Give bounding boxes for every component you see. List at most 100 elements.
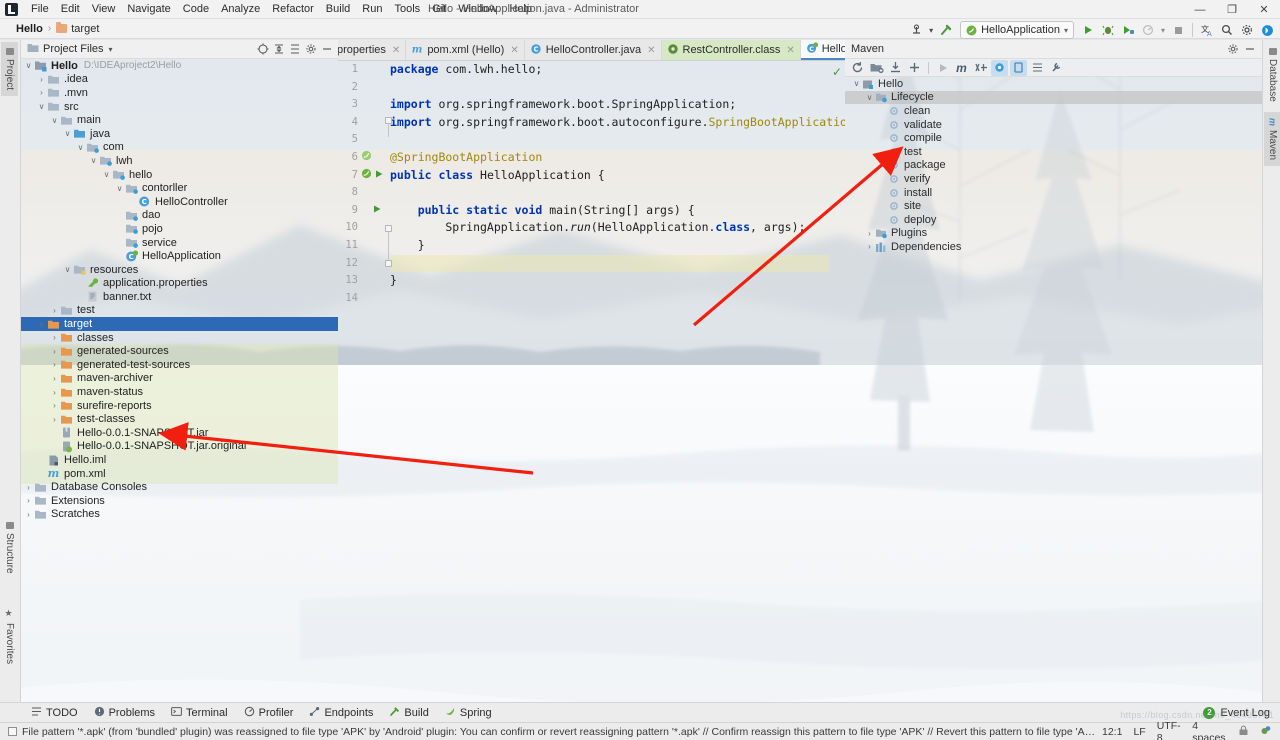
tree-node-helloapplication[interactable]: C HelloApplication xyxy=(21,249,338,263)
menu-item-run[interactable]: Run xyxy=(356,0,388,19)
minimize-button[interactable]: — xyxy=(1184,0,1216,19)
ide-assistant-icon[interactable] xyxy=(1258,21,1276,39)
bottom-tool-window-strip[interactable]: TODO Problems Terminal Profiler Endpoints Bui… xyxy=(0,702,1280,722)
maven-settings-icon[interactable] xyxy=(1048,60,1065,76)
caret-position[interactable]: 12:1 xyxy=(1102,726,1122,738)
maven-node-package[interactable]: package xyxy=(845,159,1262,173)
chevron-down-icon[interactable]: ∨ xyxy=(49,116,60,125)
read-only-toggle-icon[interactable] xyxy=(1238,725,1249,739)
expand-all-icon[interactable] xyxy=(271,42,286,57)
gutter-icons[interactable] xyxy=(358,202,390,220)
chevron-down-icon[interactable]: ∨ xyxy=(62,129,73,138)
search-everywhere-icon[interactable] xyxy=(1218,21,1236,39)
fold-marker-method-end[interactable] xyxy=(385,260,392,267)
plus-icon[interactable] xyxy=(906,60,923,76)
tree-node-com[interactable]: ∨ com xyxy=(21,141,338,155)
tree-node-extensions[interactable]: › Extensions xyxy=(21,494,338,508)
maven-node-verify[interactable]: verify xyxy=(845,172,1262,186)
show-dependencies-icon[interactable] xyxy=(1010,59,1027,76)
chevron-down-icon[interactable]: ∨ xyxy=(36,320,47,329)
hide-panel-icon[interactable] xyxy=(319,42,334,57)
bottom-tab-build[interactable]: Build xyxy=(382,703,435,723)
editor-tab-bar[interactable]: properties ✕ m pom.xml (Hello) ✕ C HelloContro… xyxy=(338,40,845,61)
tree-node-hello[interactable]: ∨ Hello D:\IDEAproject2\Hello xyxy=(21,59,338,73)
gutter-line-2[interactable]: 2 xyxy=(338,79,390,97)
chevron-down-icon[interactable]: ∨ xyxy=(23,61,34,70)
editor-tab-properties[interactable]: properties ✕ xyxy=(338,40,407,60)
chevron-right-icon[interactable]: › xyxy=(23,496,34,505)
maven-node-compile[interactable]: compile xyxy=(845,131,1262,145)
tree-node-contorller[interactable]: ∨ contorller xyxy=(21,181,338,195)
maven-node-lifecycle[interactable]: ∨ Lifecycle xyxy=(845,90,1262,105)
tree-node-surefire-reports[interactable]: › surefire-reports xyxy=(21,399,338,413)
chevron-right-icon[interactable]: › xyxy=(49,347,60,356)
right-tool-window-strip[interactable]: Database m Maven xyxy=(1262,40,1280,702)
chevron-right-icon[interactable]: › xyxy=(864,229,875,238)
run-with-coverage-icon[interactable] xyxy=(1119,21,1137,39)
chevron-right-icon[interactable]: › xyxy=(36,88,47,97)
collapse-all-icon[interactable] xyxy=(287,42,302,57)
menu-item-refactor[interactable]: Refactor xyxy=(266,0,320,19)
window-controls[interactable]: — ❐ ✕ xyxy=(1184,0,1280,19)
gutter-line-9[interactable]: 9 xyxy=(338,202,390,220)
maven-node-hello[interactable]: ∨ Hello xyxy=(845,77,1262,91)
status-indicators[interactable]: 12:1 LF UTF-8 4 spaces xyxy=(1102,720,1280,740)
maximize-button[interactable]: ❐ xyxy=(1216,0,1248,19)
download-sources-icon[interactable] xyxy=(887,60,904,76)
close-icon[interactable]: ✕ xyxy=(647,45,655,56)
chevron-right-icon[interactable]: › xyxy=(864,242,875,251)
editor-gutter[interactable]: 1 2 3 4 5 6 7 8 9 10 11 12 13 14 xyxy=(338,61,390,702)
gutter-icons[interactable] xyxy=(358,167,390,185)
tree-node-hello-0-0-1-snapshot-jar[interactable]: Hello-0.0.1-SNAPSHOT.jar xyxy=(21,426,338,440)
close-icon[interactable]: ✕ xyxy=(786,45,794,56)
tree-node--mvn[interactable]: › .mvn xyxy=(21,86,338,100)
tree-node-banner-txt[interactable]: banner.txt xyxy=(21,290,338,304)
editor-tab-pom-xml-hello-[interactable]: m pom.xml (Hello) ✕ xyxy=(406,40,525,60)
sidebar-tab-database[interactable]: Database xyxy=(1264,42,1280,108)
chevron-right-icon[interactable]: › xyxy=(49,333,60,342)
chevron-down-icon[interactable]: ∨ xyxy=(851,79,862,88)
build-hammer-icon[interactable] xyxy=(937,21,955,39)
bottom-tab-terminal[interactable]: Terminal xyxy=(164,703,235,723)
code-line-14[interactable] xyxy=(390,290,829,308)
bottom-tab-profiler[interactable]: Profiler xyxy=(237,703,301,723)
left-tool-window-strip[interactable]: Project Structure ★ Favorites xyxy=(0,40,21,702)
chevron-right-icon[interactable]: › xyxy=(36,75,47,84)
run-icon[interactable] xyxy=(1079,21,1097,39)
code-line-11[interactable]: } xyxy=(390,237,829,255)
gutter-line-3[interactable]: 3 xyxy=(338,96,390,114)
stop-icon[interactable] xyxy=(1169,21,1187,39)
chevron-right-icon[interactable]: › xyxy=(23,510,34,519)
code-line-10[interactable]: SpringApplication.run(HelloApplication.c… xyxy=(390,219,829,237)
tree-node-generated-sources[interactable]: › generated-sources xyxy=(21,344,338,358)
chevron-down-icon[interactable]: ▾ xyxy=(1159,21,1167,39)
tree-node-dao[interactable]: dao xyxy=(21,209,338,223)
chevron-right-icon[interactable]: › xyxy=(49,388,60,397)
tree-node-classes[interactable]: › classes xyxy=(21,331,338,345)
tree-node-maven-status[interactable]: › maven-status xyxy=(21,385,338,399)
run-gutter-icon[interactable] xyxy=(372,202,382,220)
tree-node-pojo[interactable]: pojo xyxy=(21,222,338,236)
sidebar-tab-structure[interactable]: Structure xyxy=(1,516,18,580)
maven-node-plugins[interactable]: › Plugins xyxy=(845,227,1262,241)
menu-item-code[interactable]: Code xyxy=(177,0,215,19)
file-encoding[interactable]: UTF-8 xyxy=(1157,720,1182,740)
gutter-line-4[interactable]: 4 xyxy=(338,114,390,132)
tree-node--idea[interactable]: › .idea xyxy=(21,73,338,87)
tree-node-service[interactable]: service xyxy=(21,236,338,250)
gutter-line-13[interactable]: 13 xyxy=(338,272,390,290)
run-icon[interactable] xyxy=(934,60,951,76)
tree-node-java[interactable]: ∨ java xyxy=(21,127,338,141)
run-configuration-selector[interactable]: HelloApplication ▾ xyxy=(960,21,1074,39)
code-editor[interactable]: ✓ 1 2 3 4 5 6 7 8 9 10 11 12 13 14 package com.lwh.he… xyxy=(338,61,845,702)
sidebar-tab-project[interactable]: Project xyxy=(1,42,18,97)
bottom-tab-todo[interactable]: TODO xyxy=(24,703,85,723)
spring-bean-icon[interactable] xyxy=(361,149,372,167)
maven-node-clean[interactable]: clean xyxy=(845,104,1262,118)
menu-item-view[interactable]: View xyxy=(86,0,122,19)
menu-item-navigate[interactable]: Navigate xyxy=(121,0,176,19)
code-line-2[interactable] xyxy=(390,79,829,97)
chevron-down-icon[interactable]: ∨ xyxy=(75,143,86,152)
breadcrumb-project[interactable]: Hello xyxy=(13,19,46,39)
indent-setting[interactable]: 4 spaces xyxy=(1192,720,1227,740)
